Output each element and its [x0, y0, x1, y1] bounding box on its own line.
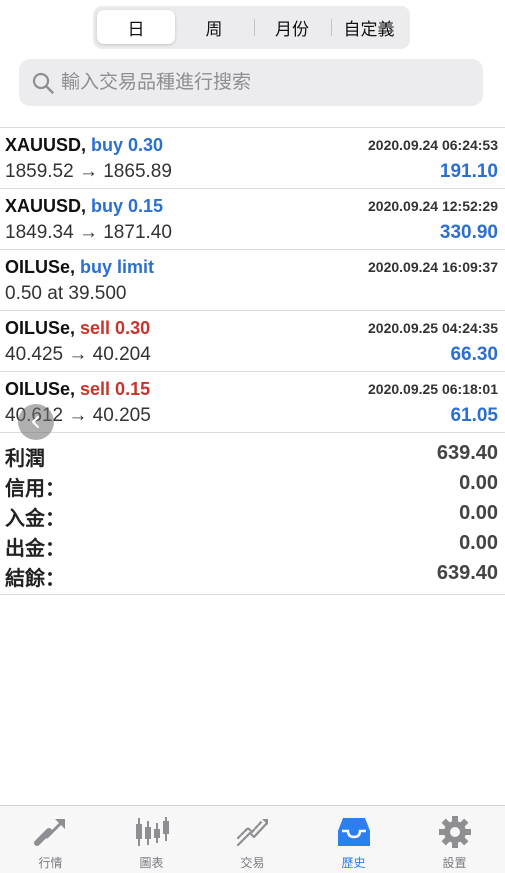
tab-label: 圖表: [139, 856, 164, 870]
summary-label: 出金：: [5, 538, 65, 560]
chart-icon: [136, 817, 169, 846]
tab-settings[interactable]: 設置: [404, 806, 505, 873]
order-side: buy 0.15: [91, 196, 164, 216]
segment-month[interactable]: 月份: [253, 10, 331, 44]
tab-trade[interactable]: 交易: [202, 806, 303, 873]
order-title: OILUSe, sell 0.30: [5, 318, 150, 339]
order-profit: 66.30: [450, 344, 498, 365]
order-time: 2020.09.24 16:09:37: [368, 259, 498, 275]
segment-custom[interactable]: 自定義: [330, 10, 408, 44]
order-row[interactable]: OILUSe, sell 0.15 2020.09.25 06:18:01 40…: [0, 372, 505, 433]
order-title: XAUUSD, buy 0.30: [5, 135, 163, 156]
summary-value: 639.40: [436, 562, 498, 584]
trade-icon: [236, 819, 269, 847]
history-icon: [338, 818, 370, 846]
order-prices: 1849.34 → 1871.40: [5, 222, 172, 243]
order-time: 2020.09.25 04:24:35: [368, 320, 498, 336]
search-input[interactable]: [61, 71, 461, 94]
order-symbol: OILUSe,: [5, 257, 76, 277]
history-screen: 日 周 月份 自定義 XAUUSD, buy 0.30 2020.09.24 0…: [0, 0, 505, 873]
order-list: XAUUSD, buy 0.30 2020.09.24 06:24:53 185…: [0, 127, 505, 433]
tab-history[interactable]: 歷史: [303, 806, 404, 873]
order-profit: 61.05: [450, 405, 498, 426]
summary-row-withdrawal: 出金： 0.00: [0, 530, 505, 560]
summary-label: 利潤: [5, 448, 45, 470]
summary-label: 信用：: [5, 478, 65, 500]
order-symbol: OILUSe,: [5, 379, 76, 399]
chevron-left-icon: [32, 416, 39, 428]
search-icon: [32, 72, 54, 94]
summary-row-profit: 利潤 639.40: [0, 440, 505, 470]
order-prices: 40.425 → 40.204: [5, 344, 151, 365]
order-side: sell 0.30: [80, 318, 151, 338]
summary-row-deposit: 入金： 0.00: [0, 500, 505, 530]
order-title: XAUUSD, buy 0.15: [5, 196, 163, 217]
tab-label: 交易: [240, 856, 265, 870]
order-prices: 0.50 at 39.500: [5, 283, 127, 304]
summary-value: 639.40: [436, 442, 498, 464]
order-time: 2020.09.24 12:52:29: [368, 198, 498, 214]
tab-label: 行情: [38, 856, 63, 870]
segment-week[interactable]: 周: [175, 10, 253, 44]
order-side: buy limit: [80, 257, 155, 277]
settings-icon: [439, 816, 471, 848]
summary-label: 入金：: [5, 508, 65, 530]
tab-chart[interactable]: 圖表: [101, 806, 202, 873]
summary-value: 0.00: [459, 502, 498, 524]
order-symbol: XAUUSD,: [5, 135, 87, 155]
tab-label: 歷史: [341, 856, 366, 870]
summary-value: 0.00: [459, 472, 498, 494]
order-side: sell 0.15: [80, 379, 151, 399]
order-symbol: OILUSe,: [5, 318, 76, 338]
summary-value: 0.00: [459, 532, 498, 554]
order-title: OILUSe, buy limit: [5, 257, 154, 278]
summary-row-balance: 結餘： 639.40: [0, 560, 505, 590]
order-time: 2020.09.24 06:24:53: [368, 137, 498, 153]
order-row[interactable]: OILUSe, buy limit 2020.09.24 16:09:37 0.…: [0, 250, 505, 311]
period-segmented-control: 日 周 月份 自定義: [93, 6, 410, 49]
account-summary: 利潤 639.40 信用： 0.00 入金： 0.00 出金： 0.00 結餘：…: [0, 440, 505, 595]
segment-day[interactable]: 日: [97, 10, 175, 44]
order-row[interactable]: XAUUSD, buy 0.15 2020.09.24 12:52:29 184…: [0, 189, 505, 250]
tab-bar: 行情 圖表 交易 歷史 設置: [0, 805, 505, 873]
back-button[interactable]: [18, 404, 54, 440]
tab-label: 設置: [442, 856, 467, 870]
order-profit: 191.10: [439, 161, 498, 182]
tab-quotes[interactable]: 行情: [0, 806, 101, 873]
order-row[interactable]: OILUSe, sell 0.30 2020.09.25 04:24:35 40…: [0, 311, 505, 372]
order-profit: 330.90: [439, 222, 498, 243]
quotes-icon: [34, 819, 65, 846]
order-title: OILUSe, sell 0.15: [5, 379, 150, 400]
order-prices: 1859.52 → 1865.89: [5, 161, 172, 182]
summary-row-credit: 信用： 0.00: [0, 470, 505, 500]
search-bar[interactable]: [19, 59, 483, 106]
order-row[interactable]: XAUUSD, buy 0.30 2020.09.24 06:24:53 185…: [0, 128, 505, 189]
order-symbol: XAUUSD,: [5, 196, 87, 216]
order-side: buy 0.30: [91, 135, 164, 155]
summary-label: 結餘：: [5, 568, 65, 590]
order-time: 2020.09.25 06:18:01: [368, 381, 498, 397]
